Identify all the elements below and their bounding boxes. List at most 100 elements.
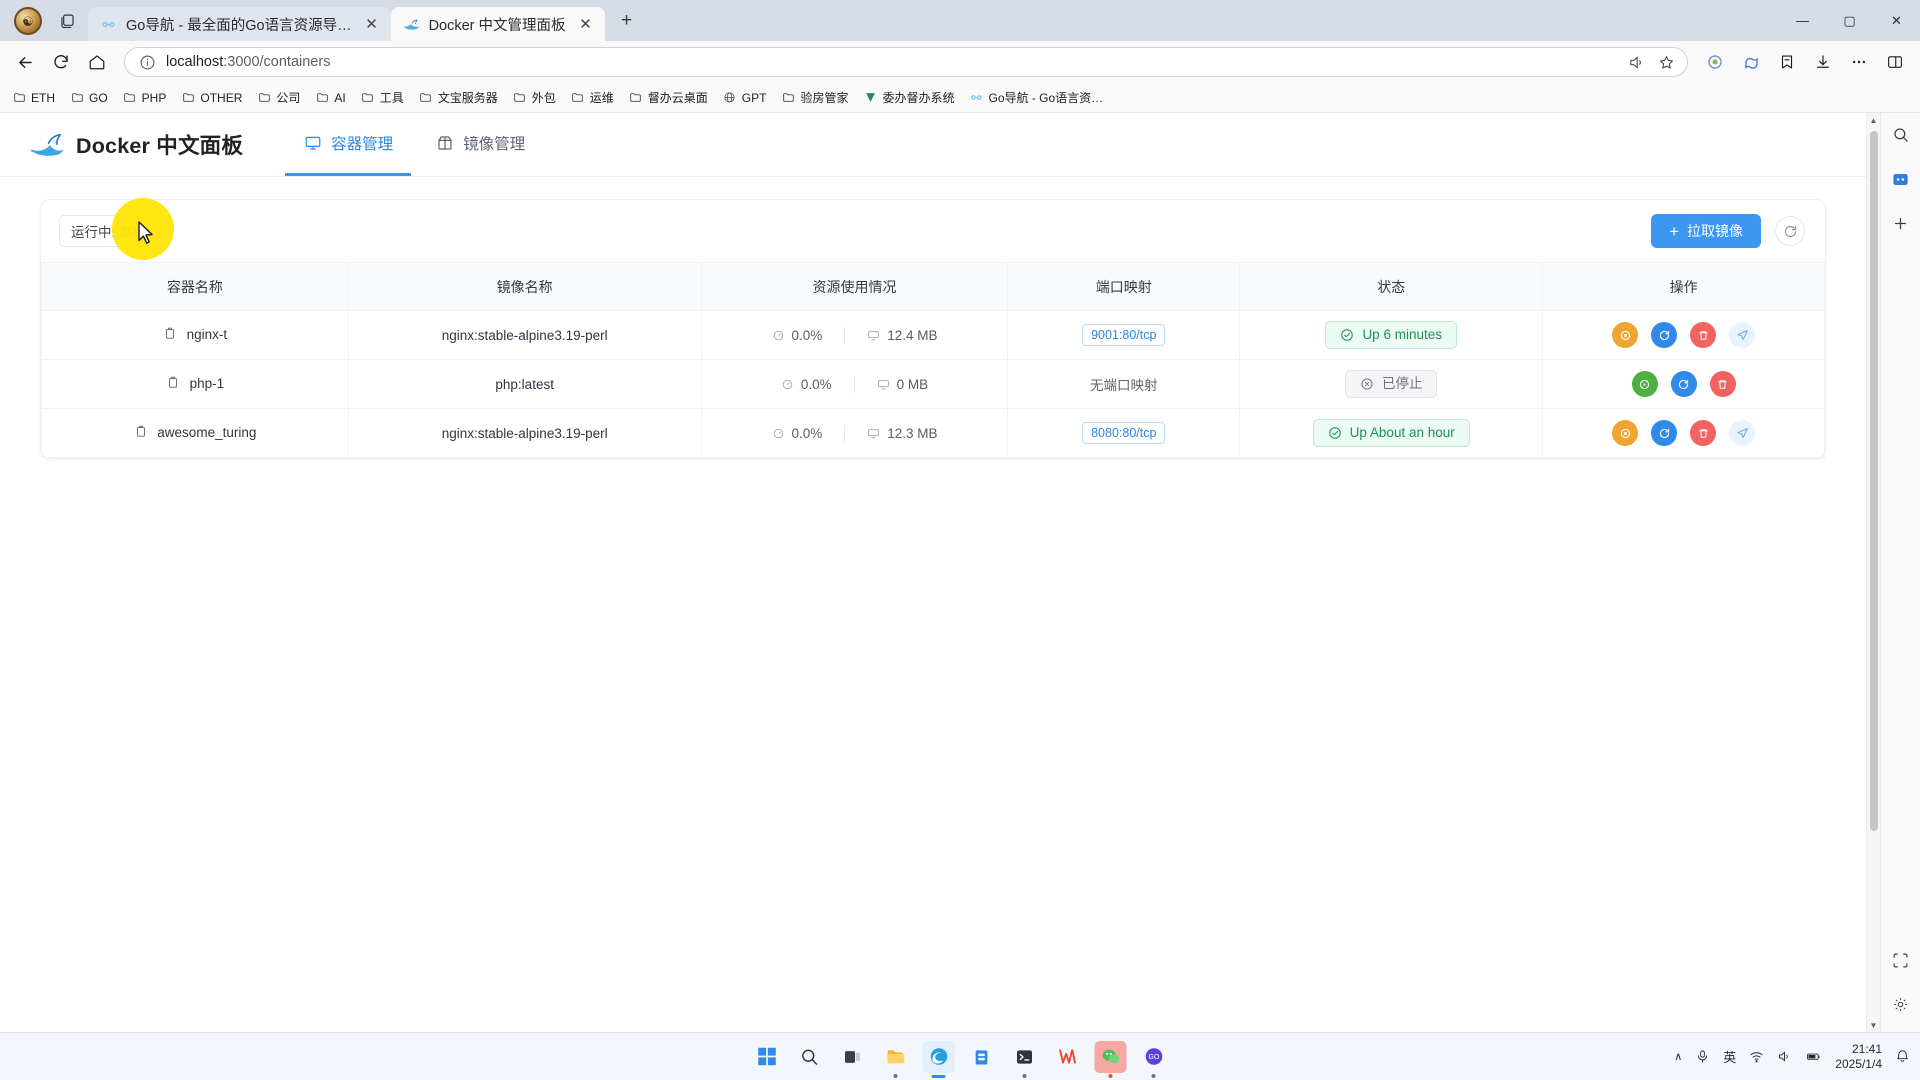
scrollbar-thumb[interactable]: [1870, 131, 1878, 831]
gear-icon[interactable]: [1887, 990, 1915, 1018]
bookmark-tools[interactable]: 工具: [355, 86, 410, 109]
tab-containers[interactable]: 容器管理: [285, 113, 412, 176]
refresh-button[interactable]: [1775, 216, 1805, 246]
screenshot-icon[interactable]: [1887, 946, 1915, 974]
restart-button[interactable]: [1651, 322, 1678, 348]
close-icon[interactable]: ✕: [361, 13, 383, 35]
port-chip[interactable]: 9001:80/tcp: [1082, 324, 1166, 346]
bookmark-house-inspection[interactable]: 验房管家: [775, 86, 854, 109]
tray-chevron-icon[interactable]: ∧: [1674, 1050, 1682, 1063]
bookmark-go-nav[interactable]: Go导航 - Go语言资…: [964, 86, 1110, 109]
bell-icon[interactable]: [1895, 1049, 1910, 1064]
page-scrollbar[interactable]: ▲ ▼: [1866, 113, 1880, 1032]
running-indicator: [1022, 1073, 1027, 1078]
bookmark-ai[interactable]: AI: [309, 88, 351, 108]
terminal-icon[interactable]: [1009, 1041, 1041, 1078]
mic-icon[interactable]: [1695, 1049, 1710, 1064]
address-bar[interactable]: localhost:3000/containers: [124, 47, 1688, 77]
task-view-icon[interactable]: [837, 1041, 869, 1073]
memory-value: 12.3 MB: [887, 425, 938, 441]
tab-images[interactable]: 镜像管理: [417, 113, 543, 176]
add-sidebar-icon[interactable]: [1887, 209, 1915, 237]
browser-tab-0[interactable]: Go导航 - 最全面的Go语言资源导… ✕: [88, 7, 391, 41]
bookmark-go[interactable]: GO: [64, 88, 114, 108]
memory-icon: [867, 427, 880, 440]
scroll-up-arrow[interactable]: ▲: [1867, 113, 1880, 127]
bookmark-supervision-system[interactable]: 委办督办系统: [857, 86, 960, 109]
new-tab-button[interactable]: +: [612, 6, 642, 36]
scroll-down-arrow[interactable]: ▼: [1867, 1018, 1880, 1032]
edge-icon[interactable]: [922, 1040, 955, 1078]
wifi-icon[interactable]: [1749, 1049, 1764, 1064]
search-icon[interactable]: [1887, 121, 1915, 149]
maximize-button[interactable]: ▢: [1826, 0, 1873, 41]
delete-button[interactable]: [1690, 322, 1717, 348]
status-text: Up 6 minutes: [1362, 327, 1442, 343]
clock-date: 2025/1/4: [1835, 1056, 1882, 1071]
bookmark-gpt[interactable]: GPT: [717, 88, 773, 108]
terminal-button[interactable]: [1729, 420, 1756, 446]
port-chip[interactable]: 8080:80/tcp: [1082, 422, 1166, 444]
stop-button[interactable]: [1612, 420, 1639, 446]
bookmark-outsourcing[interactable]: 外包: [507, 86, 562, 109]
volume-icon[interactable]: [1777, 1049, 1792, 1064]
bookmark-company[interactable]: 公司: [251, 86, 306, 109]
star-icon[interactable]: [1653, 49, 1679, 75]
toolbar-actions: + 拉取镜像: [1651, 214, 1805, 248]
bookmark-php[interactable]: PHP: [117, 88, 173, 108]
browser-tab-1[interactable]: Docker 中文管理面板 ✕: [390, 7, 605, 41]
close-icon[interactable]: ✕: [575, 13, 597, 35]
store-icon[interactable]: [966, 1041, 998, 1073]
terminal-button[interactable]: [1729, 322, 1756, 348]
reload-icon[interactable]: [44, 45, 78, 79]
copilot-sidebar-icon[interactable]: [1887, 165, 1915, 193]
bookmark-cloud-desktop[interactable]: 督办云桌面: [623, 86, 714, 109]
bookmark-eth[interactable]: ETH: [6, 88, 61, 108]
clock[interactable]: 21:41 2025/1/4: [1835, 1042, 1882, 1072]
delete-button[interactable]: [1690, 420, 1717, 446]
start-button[interactable]: [1631, 371, 1658, 397]
package-icon: [435, 134, 454, 153]
search-icon[interactable]: [794, 1041, 826, 1073]
copilot-icon[interactable]: [1734, 45, 1768, 79]
tab-search-icon[interactable]: [52, 6, 82, 36]
container-name: php-1: [189, 375, 225, 391]
back-icon[interactable]: [8, 45, 42, 79]
bookmark-ops[interactable]: 运维: [565, 86, 620, 109]
wechat-icon[interactable]: [1094, 1040, 1127, 1078]
close-window-button[interactable]: ✕: [1873, 0, 1920, 41]
read-aloud-icon[interactable]: [1623, 49, 1649, 75]
split-screen-icon[interactable]: [1878, 45, 1912, 79]
table-row: php-1 php:latest 0.0% 0 MB 无端口映射 已停止: [41, 359, 1825, 409]
pull-image-button[interactable]: + 拉取镜像: [1651, 214, 1761, 248]
memory-value: 12.4 MB: [887, 327, 938, 343]
minimize-button[interactable]: —: [1779, 0, 1826, 41]
restart-button[interactable]: [1670, 371, 1697, 397]
start-icon[interactable]: [751, 1041, 783, 1073]
downloads-icon[interactable]: [1806, 45, 1840, 79]
home-icon[interactable]: [80, 45, 114, 79]
column-header-name: 容器名称: [41, 262, 349, 311]
ime-indicator[interactable]: 英: [1723, 1047, 1736, 1066]
restart-button[interactable]: [1651, 420, 1678, 446]
stop-button[interactable]: [1612, 322, 1639, 348]
profile-avatar[interactable]: ☯: [14, 7, 42, 35]
delete-button[interactable]: [1709, 371, 1736, 397]
memory-icon: [867, 329, 880, 342]
file-explorer-icon[interactable]: [880, 1041, 912, 1078]
containers-table: 容器名称 镜像名称 资源使用情况 端口映射 状态 操作 nginx-t ngin…: [41, 262, 1825, 458]
table-row: awesome_turing nginx:stable-alpine3.19-p…: [41, 408, 1825, 458]
settings-more-icon[interactable]: [1842, 45, 1876, 79]
table-body: nginx-t nginx:stable-alpine3.19-perl 0.0…: [41, 310, 1825, 458]
info-icon[interactable]: [139, 54, 156, 71]
cell-resources: 0.0% 0 MB: [701, 359, 1009, 409]
bookmark-other[interactable]: OTHER: [175, 88, 248, 108]
battery-icon[interactable]: [1805, 1049, 1822, 1064]
whale-icon: [403, 16, 420, 33]
favorites-icon[interactable]: [1770, 45, 1804, 79]
card-toolbar: 运行中: 2/3 + 拉取镜像: [41, 200, 1825, 262]
browser-essentials-icon[interactable]: [1698, 45, 1732, 79]
gox-icon[interactable]: GO: [1138, 1041, 1170, 1078]
wps-icon[interactable]: [1052, 1041, 1084, 1073]
bookmark-wenbao-server[interactable]: 文宝服务器: [413, 86, 504, 109]
